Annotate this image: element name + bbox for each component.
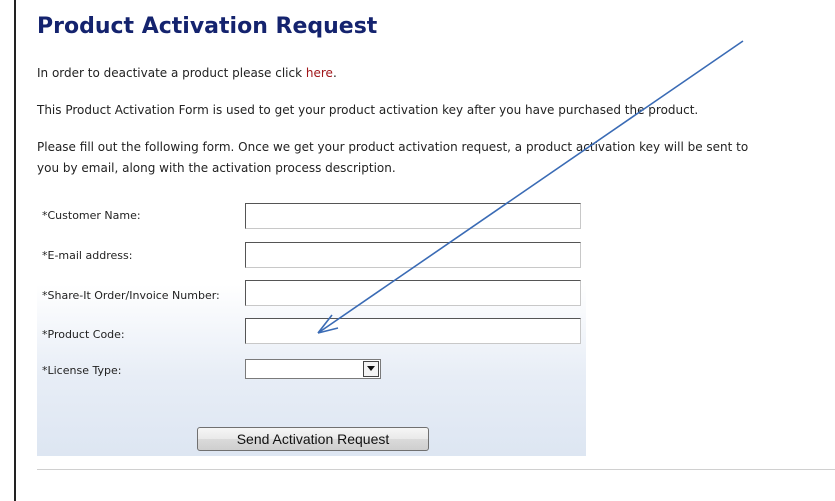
customer-name-label: *Customer Name: — [42, 209, 141, 222]
left-border — [14, 0, 16, 501]
send-activation-request-button[interactable]: Send Activation Request — [197, 427, 429, 451]
email-input[interactable] — [245, 242, 581, 268]
bottom-divider — [37, 469, 835, 470]
page-frame: Product Activation Request In order to d… — [0, 0, 835, 501]
deactivate-suffix: . — [332, 66, 337, 80]
license-type-label: *License Type: — [42, 364, 122, 377]
page-title: Product Activation Request — [37, 14, 378, 39]
instructions-line-2: you by email, along with the activation … — [37, 161, 396, 175]
license-type-select[interactable] — [245, 359, 381, 379]
email-label: *E-mail address: — [42, 249, 133, 262]
product-code-input[interactable] — [245, 318, 581, 344]
product-code-label: *Product Code: — [42, 328, 125, 341]
deactivate-link[interactable]: here — [306, 66, 333, 80]
deactivate-text: In order to deactivate a product please … — [37, 66, 306, 80]
customer-name-input[interactable] — [245, 203, 581, 229]
form-purpose-text: This Product Activation Form is used to … — [37, 103, 699, 117]
deactivate-note: In order to deactivate a product please … — [37, 63, 337, 84]
chevron-down-icon[interactable] — [363, 361, 379, 377]
order-number-input[interactable] — [245, 280, 581, 306]
instructions-line-1: Please fill out the following form. Once… — [37, 140, 749, 154]
order-number-label: *Share-It Order/Invoice Number: — [42, 289, 220, 302]
